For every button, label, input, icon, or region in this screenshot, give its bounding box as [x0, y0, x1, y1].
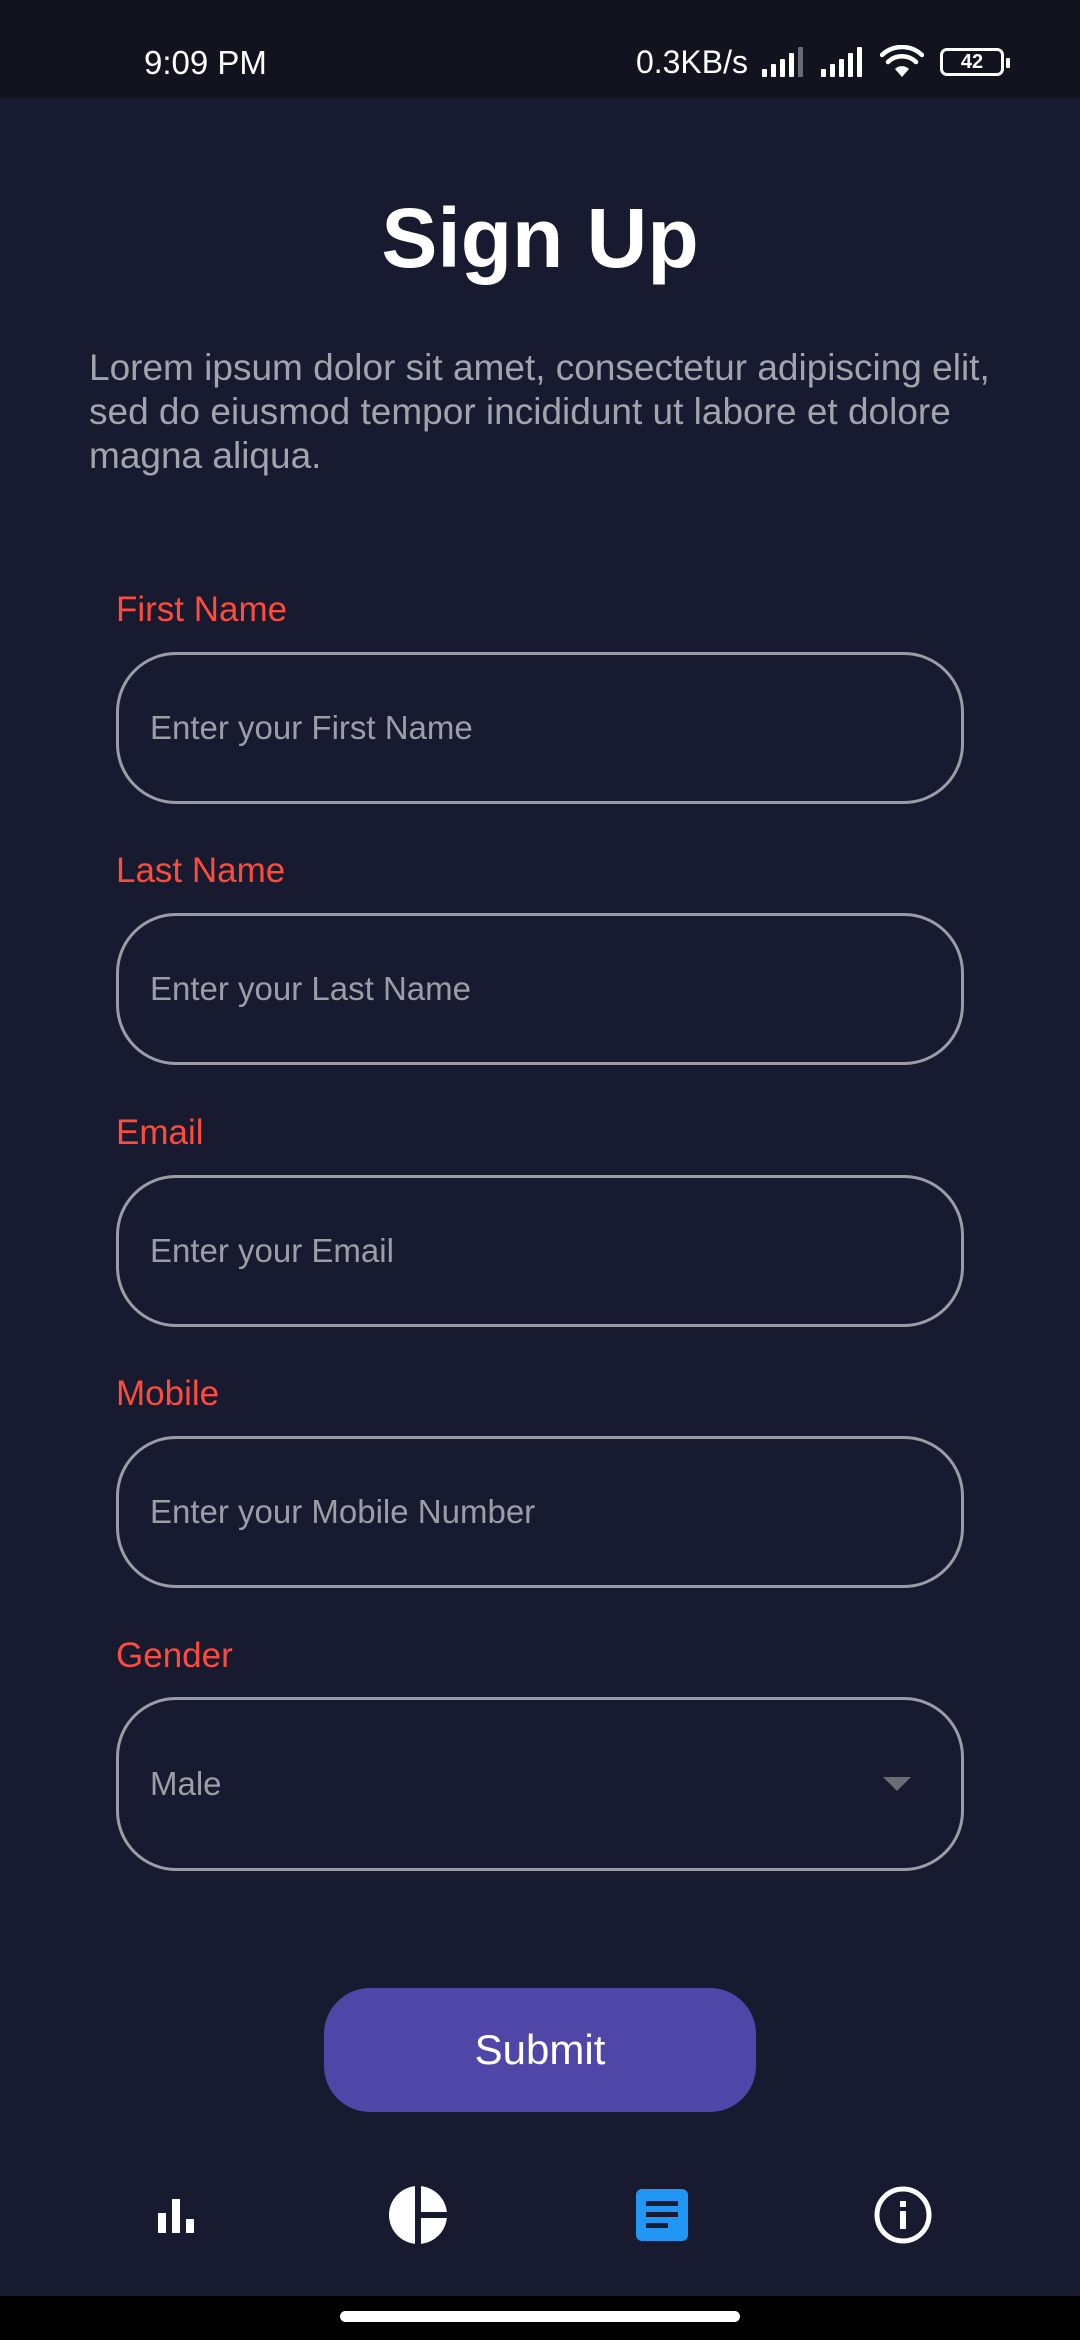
network-speed: 0.3KB/s: [635, 43, 748, 80]
first-name-label: First Name: [116, 590, 288, 629]
last-name-input[interactable]: [150, 970, 961, 1008]
sign-up-screen: 9:09 PM 0.3KB/s 42 Sign Up Lorem ipsum d…: [0, 0, 1080, 2340]
wifi-icon: [880, 45, 924, 79]
bottom-navigation: [0, 2160, 1080, 2270]
mobile-input[interactable]: [150, 1493, 961, 1531]
submit-button[interactable]: Submit: [324, 1988, 756, 2112]
signal-icon: [762, 47, 803, 77]
status-icons: 0.3KB/s 42: [635, 42, 1010, 82]
page-title: Sign Up: [381, 191, 699, 285]
first-name-input[interactable]: [150, 709, 961, 747]
mobile-field[interactable]: [116, 1436, 964, 1588]
chevron-down-icon[interactable]: [883, 1777, 911, 1791]
last-name-field[interactable]: [116, 913, 964, 1065]
bar-chart-icon: [158, 2199, 194, 2233]
email-field[interactable]: [116, 1175, 964, 1327]
nav-item-stats[interactable]: [121, 2160, 231, 2270]
battery-icon: 42: [940, 48, 1010, 76]
nav-item-charts[interactable]: [363, 2160, 473, 2270]
nav-item-info[interactable]: [848, 2160, 958, 2270]
status-time: 9:09 PM: [144, 44, 267, 81]
email-input[interactable]: [150, 1232, 961, 1270]
pie-chart-icon: [389, 2185, 448, 2245]
gender-select[interactable]: Male: [116, 1697, 964, 1871]
mobile-label: Mobile: [116, 1374, 220, 1413]
status-bar: 9:09 PM 0.3KB/s 42: [0, 0, 1080, 98]
last-name-label: Last Name: [116, 851, 286, 890]
signal-icon: [821, 47, 862, 77]
nav-item-form[interactable]: [607, 2160, 717, 2270]
gender-selected-value: Male: [150, 1765, 222, 1802]
document-icon: [636, 2189, 688, 2241]
info-icon: [874, 2186, 932, 2244]
home-indicator[interactable]: [340, 2311, 740, 2322]
email-label: Email: [116, 1113, 204, 1152]
first-name-field[interactable]: [116, 652, 964, 804]
page-description: Lorem ipsum dolor sit amet, consectetur …: [89, 347, 990, 476]
gender-label: Gender: [116, 1636, 233, 1675]
